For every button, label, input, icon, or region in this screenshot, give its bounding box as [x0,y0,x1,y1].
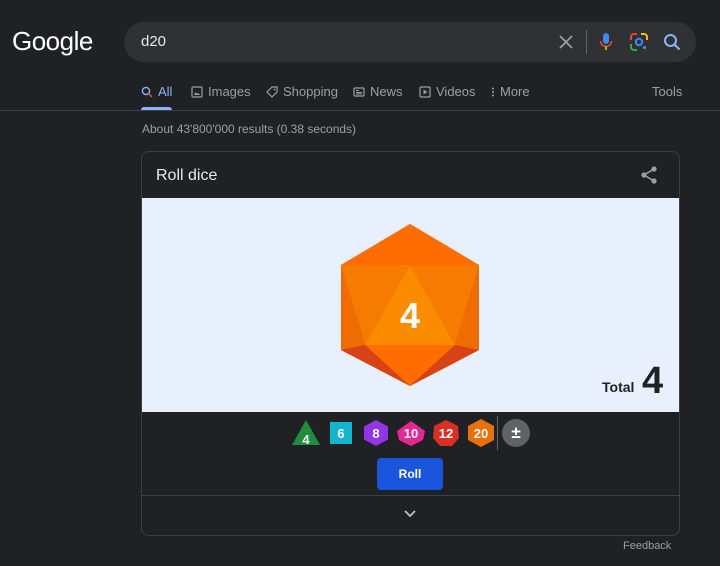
rolled-value: 4 [399,295,421,336]
die-label: 20 [473,425,489,441]
tools-button[interactable]: Tools [652,84,682,99]
d8-button[interactable]: 8 [361,418,391,448]
search-input[interactable]: d20 [141,33,166,50]
plus-minus-icon: ± [511,423,521,442]
tab-all[interactable]: All [141,84,172,99]
d4-button[interactable]: 4 [291,418,321,448]
search-icon [141,86,153,98]
tab-more[interactable]: More [491,84,530,99]
tab-videos[interactable]: Videos [419,84,476,99]
news-icon [353,86,365,97]
tag-icon [266,85,278,98]
tab-label: More [500,84,530,99]
total-value: 4 [642,360,664,402]
active-tab-indicator [141,107,172,110]
total-label: Total [602,379,635,395]
google-logo[interactable]: Google [12,26,93,57]
die-label: 10 [403,425,419,441]
d12-button[interactable]: 12 [431,418,461,448]
dice-roller-card: Roll dice 4 Total 4 4 6 8 10 12 20 ± Rol… [141,151,680,536]
search-icon[interactable] [660,30,684,54]
more-vert-icon [492,87,494,96]
play-icon [419,85,431,98]
tab-label: Images [208,84,251,99]
dice-stage: 4 Total 4 [142,198,679,412]
dice-divider [497,416,498,450]
card-title: Roll dice [156,167,218,184]
roll-button[interactable]: Roll [377,458,443,490]
modifier-button[interactable]: ± [501,418,531,448]
d10-button[interactable]: 10 [396,418,426,448]
card-divider [142,495,679,496]
lens-icon[interactable] [627,30,651,54]
die-label: 12 [438,425,454,441]
share-icon[interactable] [638,164,660,191]
feedback-link[interactable]: Feedback [623,540,671,552]
tab-label: Shopping [283,84,338,99]
search-box[interactable]: d20 [124,22,696,62]
search-tabs: All Images Shopping News Videos More Too… [0,78,720,111]
tab-images[interactable]: Images [191,84,251,99]
image-icon [191,85,203,98]
search-divider [586,30,587,54]
tab-label: Videos [436,84,476,99]
die-label: 6 [337,425,345,441]
dice-selector: 4 6 8 10 12 20 ± [142,412,679,458]
mic-icon[interactable] [594,30,618,54]
tab-label: All [158,84,173,99]
tab-label: News [370,84,403,99]
tab-news[interactable]: News [353,84,403,99]
close-icon[interactable] [554,30,578,54]
tab-shopping[interactable]: Shopping [266,84,338,99]
d6-button[interactable]: 6 [326,418,356,448]
chevron-down-icon[interactable] [400,506,420,527]
die-label: 4 [302,431,310,447]
result-stats: About 43'800'000 results (0.38 seconds) [142,122,357,136]
die-label: 8 [372,425,380,441]
d20-button[interactable]: 20 [466,418,496,448]
